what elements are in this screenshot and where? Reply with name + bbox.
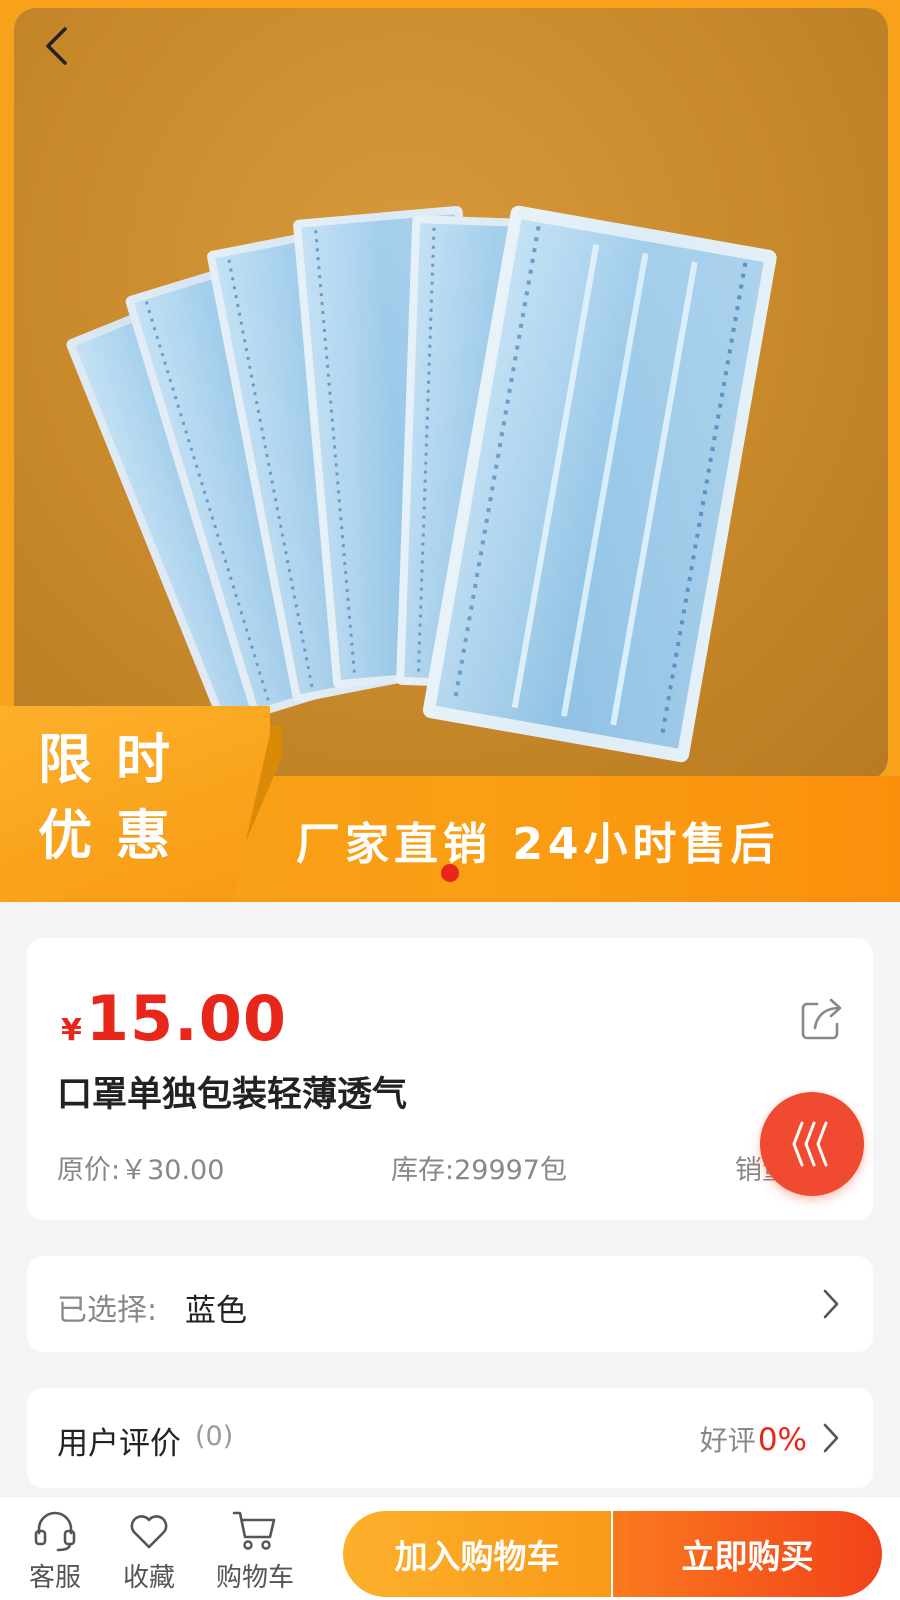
wave-lines-icon (792, 1121, 828, 1167)
promo-tag-text: 限时 优惠 (38, 722, 238, 874)
add-to-cart-button[interactable]: 加入购物车 (343, 1511, 611, 1597)
cart-label: 购物车 (215, 1563, 294, 1593)
mask-packages-illustration (66, 205, 777, 763)
favorite-label: 收藏 (122, 1563, 175, 1593)
back-button[interactable] (34, 24, 78, 68)
floating-action-button[interactable] (760, 1092, 864, 1196)
original-price: 原价:￥30.00 (57, 1155, 225, 1186)
currency-symbol: ¥ (61, 1013, 82, 1048)
product-hero: 限时 优惠 厂家直销 24小时售后 (0, 0, 900, 902)
stock-count: 库存:29997包 (391, 1155, 567, 1186)
bottom-action-bar: 客服 收藏 购物车 加入购物车 立即购买 (0, 1496, 900, 1600)
headset-icon (34, 1511, 76, 1552)
spec-label: 已选择: (57, 1293, 158, 1328)
cart-icon (232, 1511, 276, 1550)
chevron-right-icon (823, 1289, 839, 1319)
customer-service-label: 客服 (28, 1563, 81, 1593)
product-title: 口罩单独包装轻薄透气 (57, 1075, 408, 1115)
promo-tag-line2: 优惠 (38, 804, 194, 867)
reviews-label: 用户评价 (57, 1426, 181, 1462)
reviews-count: (0) (195, 1421, 234, 1452)
price-value: 15.00 (85, 982, 287, 1055)
product-info-card: ¥ 15.00 口罩单独包装轻薄透气 原价:￥30.00 库存:29997包 销… (27, 938, 873, 1220)
promo-slogan: 厂家直销 24小时售后 (296, 819, 780, 870)
share-button[interactable] (797, 994, 847, 1044)
positive-rate-label: 好评 (699, 1424, 756, 1457)
price: ¥ 15.00 (61, 982, 287, 1055)
chevron-right-icon (823, 1423, 839, 1453)
heart-icon (130, 1515, 168, 1549)
product-image[interactable] (14, 8, 888, 780)
favorite-button[interactable]: 收藏 (104, 1507, 194, 1597)
spec-selector[interactable]: 已选择: 蓝色 (27, 1256, 873, 1352)
chevron-left-icon (46, 27, 67, 65)
carousel-indicator-dot[interactable] (441, 864, 459, 882)
positive-rate-value: 0% (757, 1422, 807, 1458)
cart-button[interactable]: 购物车 (210, 1507, 300, 1597)
positive-rate: 好评 0% (700, 1419, 807, 1459)
spec-value: 蓝色 (185, 1293, 247, 1329)
buy-now-button[interactable]: 立即购买 (613, 1511, 882, 1597)
customer-service-button[interactable]: 客服 (10, 1507, 100, 1597)
share-icon (801, 998, 842, 1040)
product-meta: 原价:￥30.00 库存:29997包 销量 (57, 1148, 847, 1187)
promo-tag-line1: 限时 (38, 728, 194, 791)
reviews-section[interactable]: 用户评价 (0) 好评 0% (27, 1388, 873, 1488)
